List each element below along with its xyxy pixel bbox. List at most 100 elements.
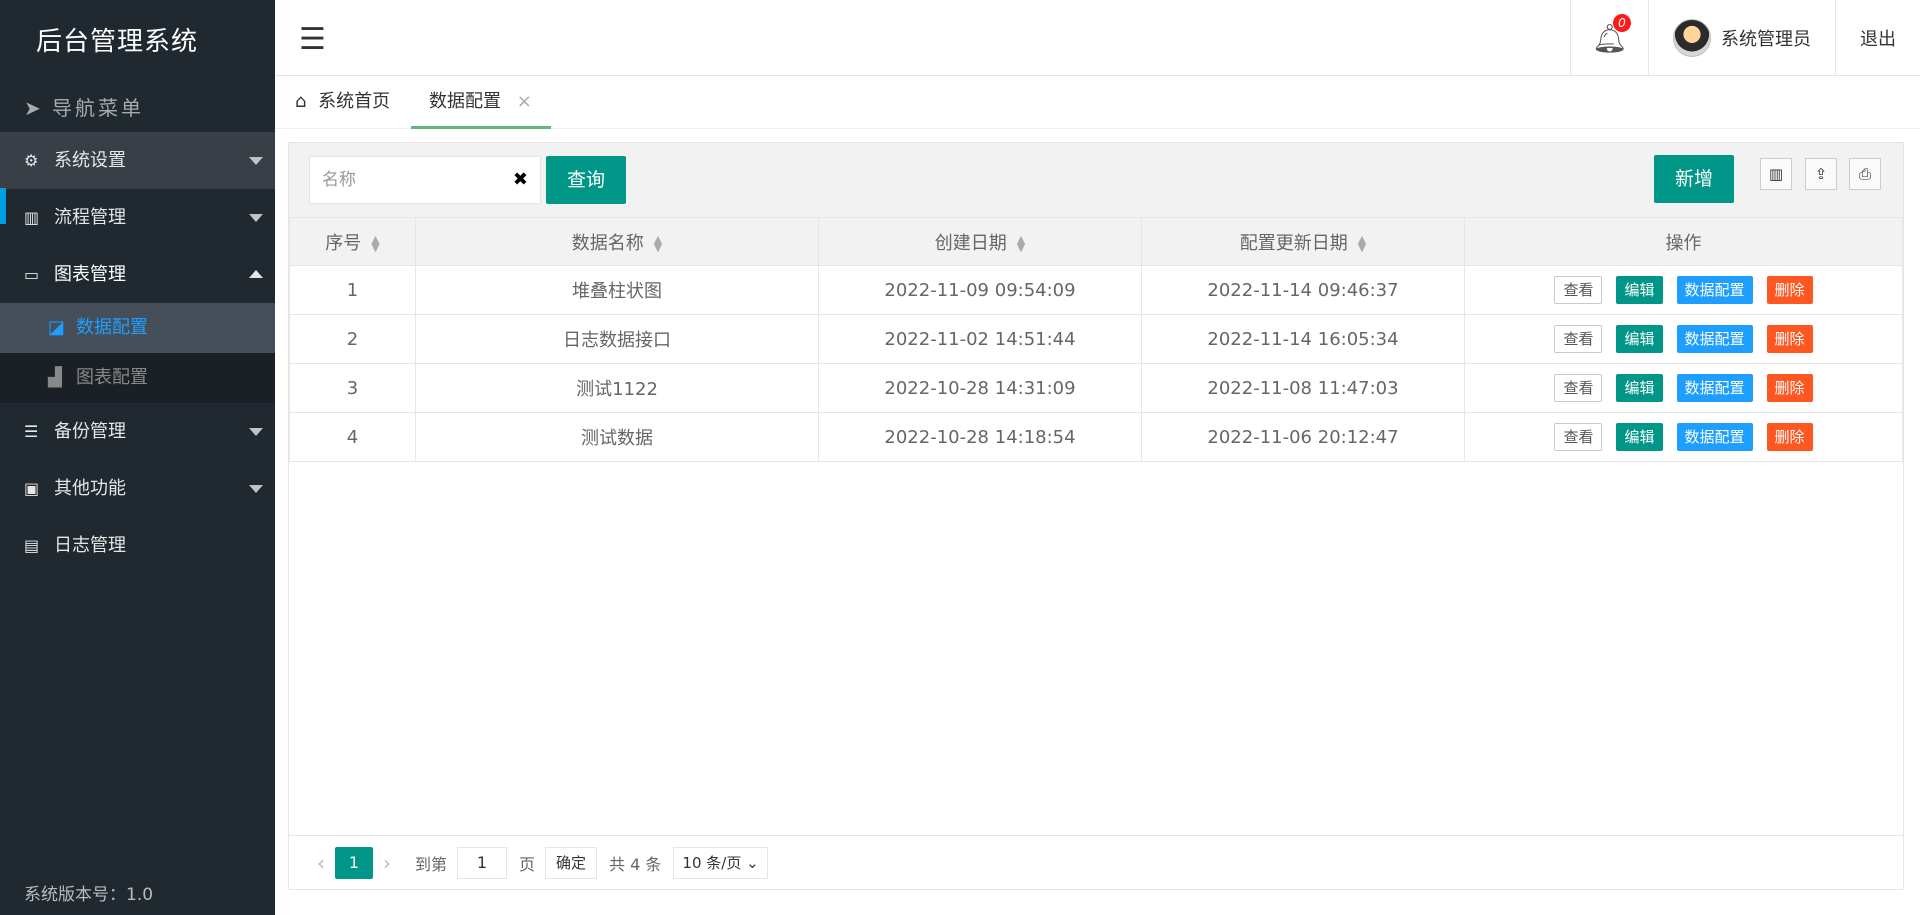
column-header-created[interactable]: 创建日期 ▲ ▼	[818, 217, 1142, 266]
notification-button[interactable]: 🔔︎ 0	[1570, 0, 1648, 76]
cell-actions: 查看 编辑 数据配置 删除	[1464, 363, 1903, 413]
home-icon: ⌂	[295, 91, 307, 112]
top-bar: ☰ 🔔︎ 0 系统管理员 退出	[275, 0, 1920, 76]
columns-icon[interactable]: ▥	[1760, 158, 1792, 190]
sort-icon[interactable]: ▲ ▼	[371, 234, 379, 253]
tab-data-config[interactable]: 数据配置 ×	[411, 77, 551, 129]
table-header-row: 序号 ▲ ▼ 数据名称 ▲ ▼ 创建日期 ▲ ▼ 配置更新日期 ▲ ▼ 操作	[289, 217, 1903, 266]
close-icon[interactable]: ×	[517, 91, 532, 112]
sidebar-item-chart-management[interactable]: ▭ 图表管理	[0, 246, 275, 303]
sidebar-item-other-functions[interactable]: ▣ 其他功能	[0, 460, 275, 517]
gear-icon: ⚙	[24, 151, 39, 170]
edit-button[interactable]: 编辑	[1616, 325, 1663, 353]
sidebar-item-label: 日志管理	[54, 535, 126, 556]
add-button[interactable]: 新增	[1654, 155, 1734, 203]
delete-button[interactable]: 删除	[1766, 325, 1813, 353]
notification-badge: 0	[1613, 14, 1631, 32]
nav-header: ➤ 导航菜单	[0, 84, 275, 132]
cell-created: 2022-11-09 09:54:09	[818, 265, 1142, 315]
data-config-button[interactable]: 数据配置	[1676, 325, 1753, 353]
page-size-value: 10 条/页	[682, 853, 742, 872]
table-toolbar: 名称 ✖ 查询 新增 ▥ ⇪ ⎙	[289, 143, 1903, 217]
export-icon[interactable]: ⇪	[1805, 158, 1837, 190]
tab-bar: ⌂ 系统首页 数据配置 ×	[275, 77, 1920, 129]
search-input[interactable]: 名称 ✖	[309, 156, 541, 204]
cell-updated: 2022-11-06 20:12:47	[1141, 412, 1465, 462]
sidebar-item-system-settings[interactable]: ⚙ 系统设置	[0, 132, 275, 224]
cell-name: 测试数据	[415, 412, 819, 462]
column-label: 配置更新日期	[1239, 232, 1348, 254]
print-icon[interactable]: ⎙	[1849, 158, 1881, 190]
table-row: 3 测试1122 2022-10-28 14:31:09 2022-11-08 …	[289, 363, 1903, 413]
prev-page-icon[interactable]: ‹	[317, 851, 325, 875]
barcode-icon: ▥	[24, 208, 40, 227]
user-menu[interactable]: 系统管理员	[1648, 0, 1835, 76]
edit-button[interactable]: 编辑	[1616, 374, 1663, 402]
cell-updated: 2022-11-14 09:46:37	[1141, 265, 1465, 315]
sidebar-item-backup-management[interactable]: ☰ 备份管理	[0, 403, 275, 460]
tab-home-label: 系统首页	[318, 91, 391, 112]
avatar	[1673, 19, 1711, 57]
view-button[interactable]: 查看	[1554, 276, 1603, 304]
sidebar-subitem-data-config[interactable]: ◪ 数据配置	[0, 303, 275, 353]
pagination: ‹ 1 › 到第 1 页 确定 共 4 条 10 条/页 ⌄	[289, 835, 1903, 889]
caret-down-icon	[249, 485, 263, 493]
sidebar-subitem-chart-config[interactable]: ▟ 图表配置	[0, 353, 275, 403]
data-config-button[interactable]: 数据配置	[1676, 374, 1753, 402]
edit-button[interactable]: 编辑	[1616, 423, 1663, 451]
tab-home[interactable]: ⌂ 系统首页	[295, 77, 390, 129]
column-header-index[interactable]: 序号 ▲ ▼	[289, 217, 416, 266]
query-button[interactable]: 查询	[546, 156, 626, 204]
sidebar-subitem-label: 图表配置	[76, 367, 148, 388]
tab-data-config-label: 数据配置	[429, 91, 501, 112]
page-current[interactable]: 1	[335, 846, 373, 879]
main-panel: 名称 ✖ 查询 新增 ▥ ⇪ ⎙ 序号 ▲ ▼ 数据名称 ▲ ▼ 创建日期 ▲ ▼ 配置更新…	[288, 142, 1904, 890]
sidebar: 后台管理系统 ➤ 导航菜单 ⚙ 系统设置 ▥ 流程管理 ▭ 图表管理 ◪ 数据配置 ▟ 图表…	[0, 0, 275, 915]
briefcase-icon: ▣	[24, 479, 40, 498]
page-size-select[interactable]: 10 条/页 ⌄	[673, 846, 768, 879]
sort-icon[interactable]: ▲ ▼	[1017, 234, 1025, 253]
data-config-button[interactable]: 数据配置	[1676, 276, 1753, 304]
edit-button[interactable]: 编辑	[1616, 276, 1663, 304]
clear-icon[interactable]: ✖	[513, 157, 528, 203]
caret-down-icon	[249, 157, 263, 165]
cell-actions: 查看 编辑 数据配置 删除	[1464, 412, 1903, 462]
sidebar-item-log-management[interactable]: ▤ 日志管理	[0, 517, 275, 574]
table-row: 1 堆叠柱状图 2022-11-09 09:54:09 2022-11-14 0…	[289, 265, 1903, 315]
cell-index: 3	[289, 363, 416, 413]
caret-up-icon	[249, 270, 263, 278]
total-count: 共 4 条	[609, 854, 662, 874]
sort-icon[interactable]: ▲ ▼	[1358, 234, 1366, 253]
view-button[interactable]: 查看	[1554, 374, 1603, 402]
next-page-icon[interactable]: ›	[383, 851, 391, 875]
data-config-button[interactable]: 数据配置	[1676, 423, 1753, 451]
cell-index: 4	[289, 412, 416, 462]
logout-button[interactable]: 退出	[1835, 0, 1920, 76]
view-button[interactable]: 查看	[1554, 423, 1603, 451]
delete-button[interactable]: 删除	[1766, 423, 1813, 451]
view-button[interactable]: 查看	[1554, 325, 1603, 353]
user-name: 系统管理员	[1721, 29, 1811, 50]
goto-page-input[interactable]: 1	[457, 846, 508, 879]
sidebar-subitem-label: 数据配置	[76, 317, 148, 338]
column-header-name[interactable]: 数据名称 ▲ ▼	[415, 217, 819, 266]
book-icon: ▤	[24, 536, 40, 555]
sort-icon[interactable]: ▲ ▼	[654, 234, 662, 253]
cell-created: 2022-10-28 14:31:09	[818, 363, 1142, 413]
app-title: 后台管理系统	[36, 27, 199, 57]
database-icon: ☰	[24, 422, 39, 441]
sidebar-item-label: 其他功能	[54, 478, 126, 499]
delete-button[interactable]: 删除	[1766, 276, 1813, 304]
menu-toggle-icon[interactable]: ☰	[299, 22, 326, 57]
monitor-icon: ▭	[24, 265, 40, 284]
cell-created: 2022-10-28 14:18:54	[818, 412, 1142, 462]
column-label: 创建日期	[934, 232, 1007, 254]
column-header-updated[interactable]: 配置更新日期 ▲ ▼	[1141, 217, 1465, 266]
goto-confirm-button[interactable]: 确定	[545, 846, 598, 879]
column-label: 操作	[1665, 232, 1702, 254]
sidebar-item-label: 备份管理	[54, 421, 126, 442]
sidebar-item-process-management[interactable]: ▥ 流程管理	[0, 189, 275, 246]
nav-header-label: 导航菜单	[52, 96, 144, 120]
search-placeholder: 名称	[322, 170, 356, 190]
delete-button[interactable]: 删除	[1766, 374, 1813, 402]
